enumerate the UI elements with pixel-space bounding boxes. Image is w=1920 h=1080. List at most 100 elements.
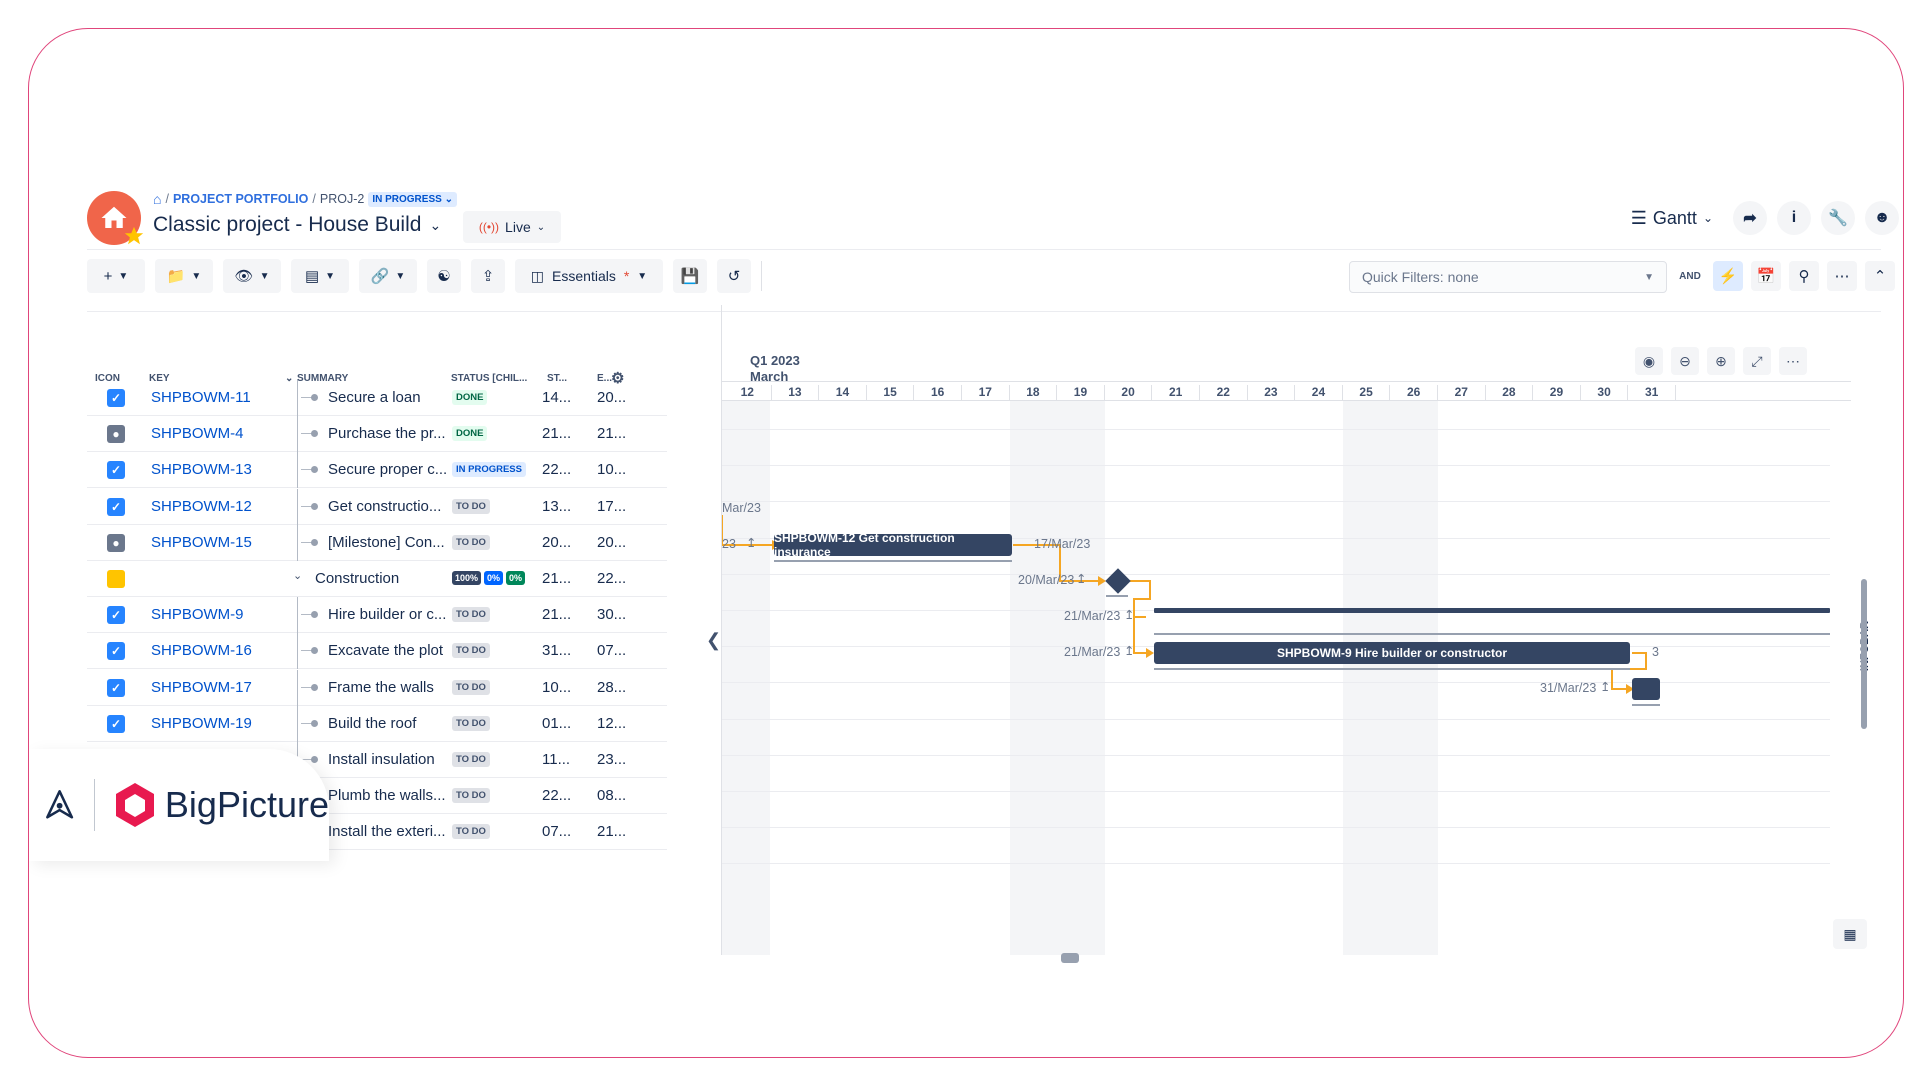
calendar-icon[interactable]: 📅 (1751, 261, 1781, 291)
issue-key-link[interactable]: SHPBOWM-9 (151, 606, 244, 623)
end-date: 17... (597, 497, 627, 515)
start-date: 01... (542, 714, 572, 732)
lightning-icon[interactable]: ⚡ (1713, 261, 1743, 291)
save-button[interactable]: 💾 (673, 259, 707, 293)
breadcrumb-project-key[interactable]: PROJ-2 (320, 192, 364, 206)
page-title[interactable]: Classic project - House Build ⌄ (153, 213, 441, 237)
horizontal-scrollbar[interactable] (1061, 953, 1079, 963)
home-icon[interactable]: ⌂ (153, 191, 161, 207)
chevron-down-icon: ▼ (1644, 271, 1654, 283)
status-badge[interactable]: TO DO (452, 498, 490, 514)
map-icon[interactable]: ▦ (1833, 919, 1867, 949)
date-label: 21/Mar/23 (1064, 645, 1121, 659)
more-icon[interactable]: ⋯ (1827, 261, 1857, 291)
task-icon: ✓ (107, 678, 125, 697)
issue-key-link[interactable]: SHPBOWM-16 (151, 642, 252, 659)
info-icon[interactable]: i (1777, 201, 1811, 235)
status-badge[interactable]: DONE (452, 390, 488, 405)
issue-key-link[interactable]: SHPBOWM-12 (151, 498, 252, 515)
status-badge[interactable]: TO DO (452, 752, 490, 767)
table-row[interactable]: ✓ SHPBOWM-16 Excavate the plot TO DO 31... 07… (87, 633, 667, 670)
gantt-bar[interactable]: SHPBOWM-12 Get construction insurance (774, 531, 1012, 559)
table-row[interactable]: ✓ SHPBOWM-11 Secure a loan DONE 14... 20... (87, 380, 667, 416)
issue-key-link[interactable]: SHPBOWM-11 (151, 389, 251, 406)
issue-key-link[interactable]: SHPBOWM-19 (151, 715, 252, 732)
view-preset-button[interactable]: ◫ Essentials * ▼ (515, 259, 663, 293)
columns-button[interactable]: ▤ ▼ (291, 259, 349, 293)
anchor-icon: ↥ (1076, 572, 1087, 586)
wrench-icon[interactable]: 🔧 (1821, 201, 1855, 235)
start-date: 14... (542, 389, 572, 406)
task-icon: ✓ (107, 461, 125, 480)
collapse-panel-icon[interactable]: ❮ (706, 630, 721, 651)
table-row[interactable]: ● SHPBOWM-15 [Milestone] Con... TO DO 20... 2… (87, 524, 667, 561)
status-badge[interactable]: TO DO (452, 788, 490, 804)
chevron-down-icon: ▼ (191, 270, 202, 282)
bigpicture-logo: BigPicture (113, 781, 329, 829)
status-badge[interactable]: TO DO (452, 534, 490, 550)
share-icon[interactable]: ➦ (1733, 201, 1767, 235)
baseline (1632, 704, 1660, 706)
table-row[interactable]: ✓ SHPBOWM-17 Frame the walls TO DO 10... 28..… (87, 669, 667, 706)
folder-button[interactable]: 📁 ▼ (155, 259, 213, 293)
end-date: 22... (597, 570, 627, 587)
view-options-button[interactable]: 👁 ▼ (223, 259, 281, 293)
start-date: 31... (542, 642, 572, 660)
table-row[interactable]: ✓ SHPBOWM-9 Hire builder or c... TO DO 21...… (87, 597, 667, 634)
status-badge[interactable]: TO DO (452, 824, 490, 840)
table-row[interactable]: ✓ SHPBOWM-19 Build the roof TO DO 01... 12... (87, 705, 667, 742)
table-row[interactable]: ⌄ Construction 100% 0% 0% 21... 22... (87, 561, 667, 597)
eye-icon: 👁 (234, 268, 254, 285)
live-mode-button[interactable]: ((•)) Live ⌄ (463, 211, 561, 243)
link-button[interactable]: 🔗 ▼ (359, 259, 417, 293)
status-badge[interactable]: DONE (452, 426, 488, 442)
status-badge[interactable]: TO DO (452, 643, 490, 659)
chevron-down-icon[interactable]: ⌄ (293, 569, 302, 582)
group-bar[interactable] (1154, 608, 1830, 613)
summary-text: Secure a loan (328, 389, 421, 406)
status-badge[interactable]: TO DO (452, 679, 490, 695)
bigpicture-hexagon-icon (115, 783, 154, 827)
breadcrumb-portfolio-link[interactable]: PROJECT PORTFOLIO (173, 192, 308, 206)
table-row[interactable]: ✓ SHPBOWM-12 Get constructio... TO DO 13... 1… (87, 488, 667, 525)
view-selector[interactable]: ☰ Gantt ⌄ (1631, 208, 1713, 229)
user-icon[interactable]: ☻ (1865, 201, 1899, 235)
list-icon: ▤ (304, 268, 320, 285)
vertical-scrollbar[interactable] (1861, 579, 1867, 729)
and-toggle[interactable]: AND (1675, 271, 1705, 282)
tree-node-dot (311, 647, 318, 655)
start-date: 11... (542, 751, 571, 768)
divider (94, 779, 95, 831)
task-icon: ✓ (107, 714, 125, 733)
status-badge[interactable]: TO DO (452, 607, 490, 623)
header-actions: ☰ Gantt ⌄ ➦ i 🔧 ☻ (1631, 201, 1899, 235)
summary-text: Purchase the pr... (328, 425, 446, 443)
project-status-badge[interactable]: IN PROGRESS ⌄ (368, 191, 457, 207)
status-badge[interactable]: IN PROGRESS (452, 462, 526, 478)
add-button[interactable]: + ▼ (87, 259, 145, 293)
tree-node-dot (311, 502, 318, 510)
resources-button[interactable]: ☯ (427, 259, 461, 293)
progress-pill: 0% (484, 571, 504, 585)
end-date: 23... (597, 751, 627, 768)
chevron-down-icon: ▼ (395, 270, 406, 282)
table-row[interactable]: ✓ SHPBOWM-13 Secure proper c... IN PROGRESS… (87, 452, 667, 489)
issue-key-link[interactable]: SHPBOWM-15 (151, 534, 252, 551)
export-button[interactable]: ⇪ (471, 259, 505, 293)
summary-text: Excavate the plot (328, 642, 444, 660)
folder-icon: 📁 (166, 268, 186, 285)
table-row[interactable]: ● SHPBOWM-4 Purchase the pr... DONE 21... 21.… (87, 416, 667, 453)
issue-key-link[interactable]: SHPBOWM-13 (151, 461, 252, 478)
collapse-icon[interactable]: ⌃ (1865, 261, 1895, 291)
issue-key-link[interactable]: SHPBOWM-17 (151, 679, 252, 696)
issue-key-link[interactable]: SHPBOWM-4 (151, 425, 244, 442)
milestone-icon: ● (107, 533, 125, 552)
baseline (1154, 633, 1830, 635)
undo-button[interactable]: ↺ (717, 259, 751, 293)
quick-filters-select[interactable]: Quick Filters: none ▼ (1349, 261, 1667, 293)
gantt-bar[interactable]: SHPBOWM-9 Hire builder or constructor (1154, 642, 1630, 664)
status-badge[interactable]: TO DO (452, 715, 490, 731)
gantt-bar[interactable] (1632, 678, 1660, 700)
date-label: 21/Mar/23 (1064, 609, 1121, 623)
search-icon[interactable]: ⚲ (1789, 261, 1819, 291)
